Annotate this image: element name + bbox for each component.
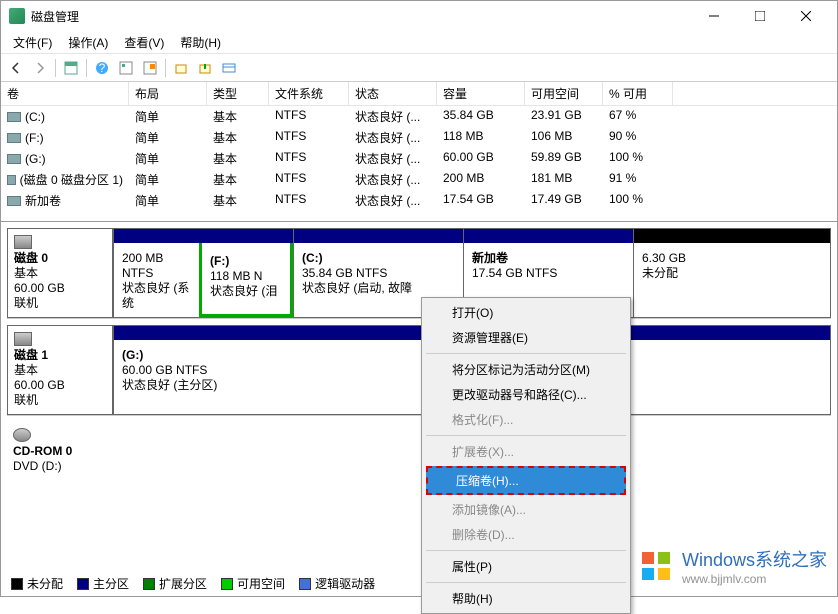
menu-delete: 删除卷(D)... — [424, 522, 628, 547]
partition-selected[interactable]: (F:)118 MB N状态良好 (泪 — [199, 229, 293, 317]
disk-1-name: 磁盘 1 — [14, 348, 48, 362]
view-icon[interactable] — [60, 57, 82, 79]
svg-text:?: ? — [99, 61, 106, 75]
disk-view: 磁盘 0 基本 60.00 GB 联机 200 MB NTFS状态良好 (系统 … — [1, 221, 837, 481]
menu-help[interactable]: 帮助(H) — [172, 32, 229, 53]
disk-icon — [14, 332, 32, 346]
action-icon[interactable] — [170, 57, 192, 79]
menu-view[interactable]: 查看(V) — [116, 32, 172, 53]
cdrom-name: CD-ROM 0 — [13, 444, 72, 458]
titlebar: 磁盘管理 — [1, 1, 837, 31]
col-fs[interactable]: 文件系统 — [269, 82, 349, 105]
minimize-button[interactable] — [691, 1, 737, 31]
disk-0-kind: 基本 — [14, 266, 106, 281]
col-percent[interactable]: % 可用 — [603, 82, 673, 105]
close-button[interactable] — [783, 1, 829, 31]
menu-mark-active[interactable]: 将分区标记为活动分区(M) — [424, 357, 628, 382]
watermark: Windows系统之家 www.bjjmlv.com — [636, 546, 827, 586]
volume-icon — [7, 196, 21, 206]
disk-1-state: 联机 — [14, 393, 106, 408]
table-row[interactable]: (C:)简单基本NTFS状态良好 (...35.84 GB23.91 GB67 … — [1, 106, 837, 127]
menu-change-drive[interactable]: 更改驱动器号和路径(C)... — [424, 382, 628, 407]
partition-unallocated[interactable]: 6.30 GB未分配 — [633, 229, 830, 317]
col-capacity[interactable]: 容量 — [437, 82, 525, 105]
table-row[interactable]: (F:)简单基本NTFS状态良好 (...118 MB106 MB90 % — [1, 127, 837, 148]
col-type[interactable]: 类型 — [207, 82, 269, 105]
help-icon[interactable]: ? — [91, 57, 113, 79]
menubar: 文件(F) 操作(A) 查看(V) 帮助(H) — [1, 31, 837, 53]
arrow-icon[interactable] — [194, 57, 216, 79]
cdrom-info[interactable]: CD-ROM 0 DVD (D:) 无媒体 — [7, 422, 113, 481]
toolbar: ? — [1, 53, 837, 81]
disk-1-row: 磁盘 1 基本 60.00 GB 联机 (G:)60.00 GB NTFS状态良… — [7, 325, 831, 416]
menu-file[interactable]: 文件(F) — [5, 32, 60, 53]
cdrom-row: CD-ROM 0 DVD (D:) 无媒体 — [7, 422, 831, 481]
disk-0-info[interactable]: 磁盘 0 基本 60.00 GB 联机 — [7, 228, 113, 318]
menu-shrink[interactable]: 压缩卷(H)... — [426, 466, 626, 495]
menu-help-item[interactable]: 帮助(H) — [424, 586, 628, 611]
watermark-url: www.bjjmlv.com — [682, 572, 827, 586]
col-volume[interactable]: 卷 — [1, 82, 129, 105]
col-status[interactable]: 状态 — [349, 82, 437, 105]
disk-0-name: 磁盘 0 — [14, 251, 48, 265]
disk-1-info[interactable]: 磁盘 1 基本 60.00 GB 联机 — [7, 325, 113, 415]
disk-1-kind: 基本 — [14, 363, 106, 378]
forward-button[interactable] — [29, 57, 51, 79]
col-free[interactable]: 可用空间 — [525, 82, 603, 105]
col-layout[interactable]: 布局 — [129, 82, 207, 105]
volume-icon — [7, 133, 21, 143]
list-icon[interactable] — [218, 57, 240, 79]
cdrom-icon — [13, 428, 31, 442]
cdrom-sub: DVD (D:) — [13, 459, 107, 474]
menu-mirror: 添加镜像(A)... — [424, 497, 628, 522]
maximize-button[interactable] — [737, 1, 783, 31]
volume-icon — [7, 154, 21, 164]
context-menu: 打开(O) 资源管理器(E) 将分区标记为活动分区(M) 更改驱动器号和路径(C… — [421, 297, 631, 614]
back-button[interactable] — [5, 57, 27, 79]
menu-properties[interactable]: 属性(P) — [424, 554, 628, 579]
list-header: 卷 布局 类型 文件系统 状态 容量 可用空间 % 可用 — [1, 82, 837, 106]
menu-open[interactable]: 打开(O) — [424, 300, 628, 325]
menu-explorer[interactable]: 资源管理器(E) — [424, 325, 628, 350]
table-row[interactable]: (G:)简单基本NTFS状态良好 (...60.00 GB59.89 GB100… — [1, 148, 837, 169]
menu-action[interactable]: 操作(A) — [60, 32, 116, 53]
disk-0-size: 60.00 GB — [14, 281, 106, 296]
volume-list: 卷 布局 类型 文件系统 状态 容量 可用空间 % 可用 (C:)简单基本NTF… — [1, 81, 837, 211]
menu-format: 格式化(F)... — [424, 407, 628, 432]
volume-icon — [7, 175, 16, 185]
watermark-icon — [636, 546, 676, 586]
window-title: 磁盘管理 — [31, 8, 691, 25]
disk-1-size: 60.00 GB — [14, 378, 106, 393]
disk-icon — [14, 235, 32, 249]
partition[interactable]: 200 MB NTFS状态良好 (系统 — [113, 229, 199, 317]
watermark-title: Windows系统之家 — [682, 546, 827, 572]
menu-extend: 扩展卷(X)... — [424, 439, 628, 464]
refresh-icon[interactable] — [115, 57, 137, 79]
table-row[interactable]: 新加卷简单基本NTFS状态良好 (...17.54 GB17.49 GB100 … — [1, 190, 837, 211]
table-row[interactable]: (磁盘 0 磁盘分区 1)简单基本NTFS状态良好 (...200 MB181 … — [1, 169, 837, 190]
disk-0-row: 磁盘 0 基本 60.00 GB 联机 200 MB NTFS状态良好 (系统 … — [7, 228, 831, 319]
legend: 未分配 主分区 扩展分区 可用空间 逻辑驱动器 — [11, 575, 375, 592]
window-buttons — [691, 1, 829, 31]
volume-icon — [7, 112, 21, 122]
settings-icon[interactable] — [139, 57, 161, 79]
app-icon — [9, 8, 25, 24]
list-body: (C:)简单基本NTFS状态良好 (...35.84 GB23.91 GB67 … — [1, 106, 837, 211]
disk-0-state: 联机 — [14, 296, 106, 311]
